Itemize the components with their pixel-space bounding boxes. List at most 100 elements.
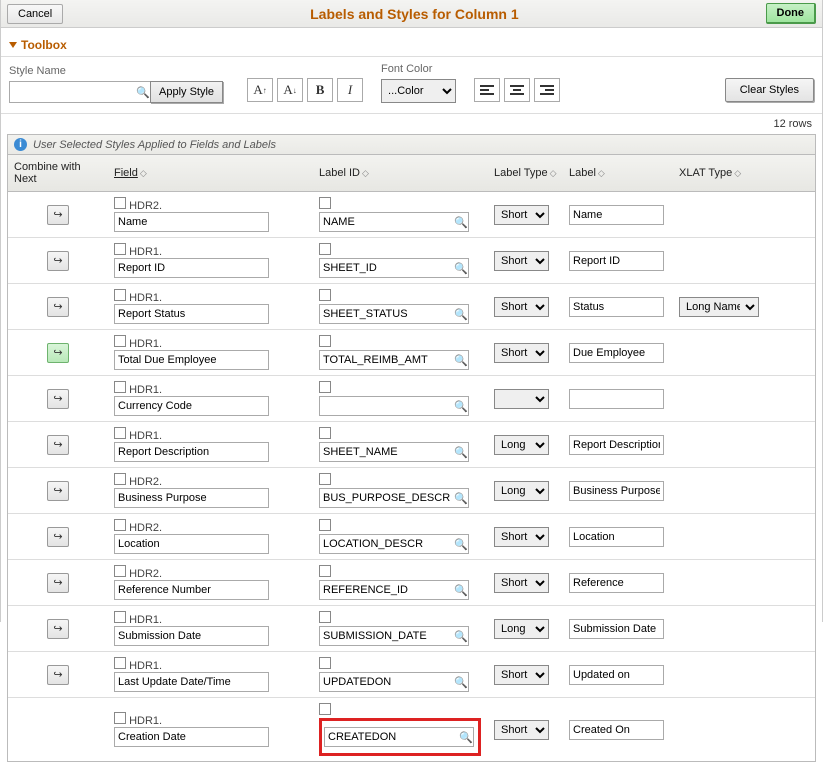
field-input[interactable] bbox=[114, 350, 269, 370]
field-checkbox[interactable] bbox=[114, 712, 126, 724]
labelid-checkbox[interactable] bbox=[319, 565, 331, 577]
field-checkbox[interactable] bbox=[114, 381, 126, 393]
col-xlat[interactable]: XLAT Type◇ bbox=[673, 155, 815, 192]
field-input[interactable] bbox=[114, 727, 269, 747]
combine-button[interactable]: ↪ bbox=[47, 481, 69, 501]
label-type-select[interactable]: Short bbox=[494, 720, 549, 740]
field-input[interactable] bbox=[114, 534, 269, 554]
label-type-select[interactable]: Short bbox=[494, 251, 549, 271]
search-icon[interactable]: 🔍 bbox=[453, 354, 469, 367]
search-icon[interactable]: 🔍 bbox=[453, 584, 469, 597]
field-input[interactable] bbox=[114, 672, 269, 692]
field-input[interactable] bbox=[114, 304, 269, 324]
search-icon[interactable]: 🔍 bbox=[453, 308, 469, 321]
label-input[interactable] bbox=[569, 435, 664, 455]
label-type-select[interactable]: Short bbox=[494, 205, 549, 225]
label-id-input[interactable] bbox=[319, 672, 469, 692]
align-center-button[interactable] bbox=[504, 78, 530, 102]
labelid-checkbox[interactable] bbox=[319, 427, 331, 439]
label-type-select[interactable]: Long bbox=[494, 481, 549, 501]
labelid-checkbox[interactable] bbox=[319, 473, 331, 485]
label-input[interactable] bbox=[569, 389, 664, 409]
label-input[interactable] bbox=[569, 720, 664, 740]
labelid-checkbox[interactable] bbox=[319, 519, 331, 531]
field-checkbox[interactable] bbox=[114, 289, 126, 301]
labelid-checkbox[interactable] bbox=[319, 197, 331, 209]
search-icon[interactable]: 🔍 bbox=[453, 216, 469, 229]
label-id-input[interactable] bbox=[319, 442, 469, 462]
field-checkbox[interactable] bbox=[114, 197, 126, 209]
combine-button[interactable]: ↪ bbox=[47, 205, 69, 225]
field-checkbox[interactable] bbox=[114, 243, 126, 255]
labelid-checkbox[interactable] bbox=[319, 657, 331, 669]
bold-button[interactable]: B bbox=[307, 78, 333, 102]
label-input[interactable] bbox=[569, 205, 664, 225]
labelid-checkbox[interactable] bbox=[319, 335, 331, 347]
field-input[interactable] bbox=[114, 212, 269, 232]
label-input[interactable] bbox=[569, 527, 664, 547]
label-id-input[interactable] bbox=[319, 580, 469, 600]
search-icon[interactable]: 🔍 bbox=[453, 446, 469, 459]
label-type-select[interactable] bbox=[494, 389, 549, 409]
combine-button[interactable]: ↪ bbox=[47, 297, 69, 317]
field-checkbox[interactable] bbox=[114, 611, 126, 623]
search-icon[interactable]: 🔍 bbox=[458, 731, 474, 744]
label-id-input[interactable] bbox=[319, 626, 469, 646]
search-icon[interactable]: 🔍 bbox=[453, 262, 469, 275]
label-input[interactable] bbox=[569, 665, 664, 685]
apply-style-button[interactable]: Apply Style bbox=[150, 81, 223, 103]
done-button[interactable]: Done bbox=[766, 3, 817, 24]
combine-button[interactable]: ↪ bbox=[47, 573, 69, 593]
clear-styles-button[interactable]: Clear Styles bbox=[725, 78, 814, 102]
col-combine[interactable]: Combine with Next bbox=[8, 155, 108, 192]
font-decrease-button[interactable]: A↓ bbox=[277, 78, 303, 102]
labelid-checkbox[interactable] bbox=[319, 289, 331, 301]
search-icon[interactable]: 🔍 bbox=[453, 676, 469, 689]
label-type-select[interactable]: Short bbox=[494, 297, 549, 317]
search-icon[interactable]: 🔍 bbox=[453, 400, 469, 413]
label-type-select[interactable]: Long bbox=[494, 435, 549, 455]
field-input[interactable] bbox=[114, 626, 269, 646]
label-id-input[interactable] bbox=[319, 396, 469, 416]
col-label[interactable]: Label◇ bbox=[563, 155, 673, 192]
field-checkbox[interactable] bbox=[114, 657, 126, 669]
combine-button[interactable]: ↪ bbox=[47, 527, 69, 547]
label-input[interactable] bbox=[569, 343, 664, 363]
align-left-button[interactable] bbox=[474, 78, 500, 102]
col-field[interactable]: Field◇ bbox=[108, 155, 313, 192]
field-checkbox[interactable] bbox=[114, 565, 126, 577]
search-icon[interactable]: 🔍 bbox=[453, 630, 469, 643]
label-input[interactable] bbox=[569, 297, 664, 317]
field-checkbox[interactable] bbox=[114, 427, 126, 439]
combine-button[interactable]: ↪ bbox=[47, 389, 69, 409]
label-id-input[interactable] bbox=[319, 534, 469, 554]
search-icon[interactable]: 🔍 bbox=[453, 492, 469, 505]
label-id-input[interactable] bbox=[319, 350, 469, 370]
field-checkbox[interactable] bbox=[114, 473, 126, 485]
cancel-button[interactable]: Cancel bbox=[7, 4, 63, 24]
combine-button[interactable]: ↪ bbox=[47, 251, 69, 271]
combine-button[interactable]: ↪ bbox=[47, 343, 69, 363]
label-id-input[interactable] bbox=[319, 212, 469, 232]
col-label-type[interactable]: Label Type◇ bbox=[488, 155, 563, 192]
field-checkbox[interactable] bbox=[114, 519, 126, 531]
align-right-button[interactable] bbox=[534, 78, 560, 102]
combine-button[interactable]: ↪ bbox=[47, 435, 69, 455]
label-input[interactable] bbox=[569, 481, 664, 501]
label-id-input[interactable] bbox=[319, 488, 469, 508]
search-icon[interactable]: 🔍 bbox=[136, 86, 150, 99]
labelid-checkbox[interactable] bbox=[319, 703, 331, 715]
label-type-select[interactable]: Short bbox=[494, 343, 549, 363]
label-input[interactable] bbox=[569, 251, 664, 271]
label-type-select[interactable]: Short bbox=[494, 573, 549, 593]
label-type-select[interactable]: Short bbox=[494, 527, 549, 547]
field-input[interactable] bbox=[114, 396, 269, 416]
labelid-checkbox[interactable] bbox=[319, 381, 331, 393]
field-input[interactable] bbox=[114, 442, 269, 462]
font-increase-button[interactable]: A↑ bbox=[247, 78, 273, 102]
italic-button[interactable]: I bbox=[337, 78, 363, 102]
search-icon[interactable]: 🔍 bbox=[453, 538, 469, 551]
field-input[interactable] bbox=[114, 258, 269, 278]
field-input[interactable] bbox=[114, 580, 269, 600]
field-input[interactable] bbox=[114, 488, 269, 508]
